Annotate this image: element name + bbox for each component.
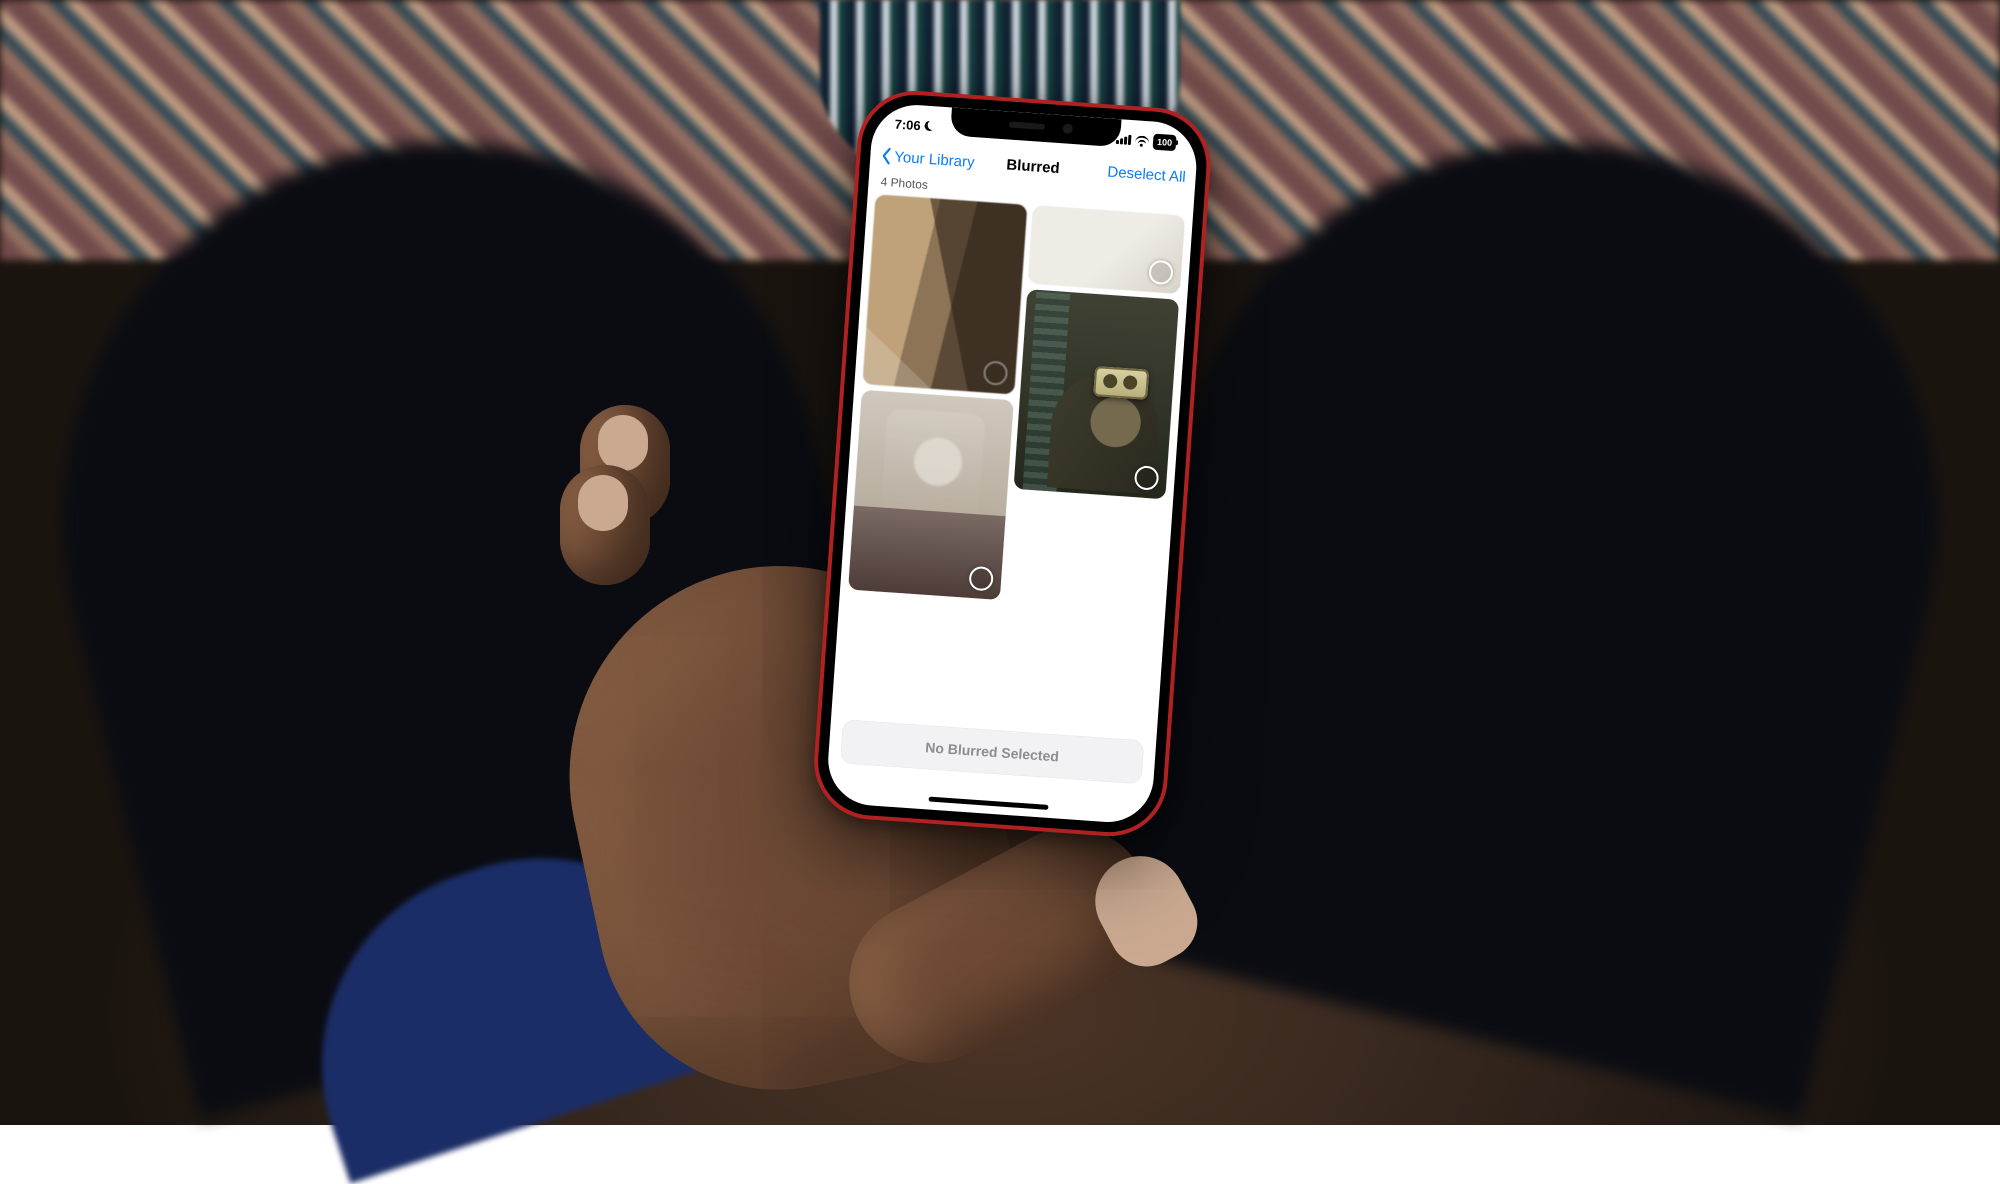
selection-circle-icon[interactable] <box>983 360 1009 386</box>
photo-thumbnail-4[interactable] <box>1014 289 1180 499</box>
wifi-icon <box>1135 135 1150 146</box>
deselect-all-button[interactable]: Deselect All <box>1107 163 1186 185</box>
phone-screen: 7:06 100 Your Library Blurred Deselect A… <box>825 102 1199 825</box>
home-indicator[interactable] <box>928 797 1048 810</box>
photo-count-label: 4 Photos <box>880 175 928 192</box>
selection-circle-icon[interactable] <box>1134 465 1160 491</box>
iphone-device: 7:06 100 Your Library Blurred Deselect A… <box>810 87 1214 840</box>
back-label: Your Library <box>894 148 975 171</box>
no-blurred-selected-button[interactable]: No Blurred Selected <box>840 719 1144 784</box>
status-time: 7:06 <box>894 116 921 133</box>
cellular-signal-icon <box>1116 134 1131 145</box>
photo-grid <box>841 194 1185 714</box>
battery-indicator: 100 <box>1152 134 1176 152</box>
bottom-button-label: No Blurred Selected <box>925 739 1060 764</box>
selection-circle-icon[interactable] <box>1148 260 1174 286</box>
photo-thumbnail-2[interactable] <box>848 390 1014 600</box>
photo-thumbnail-3[interactable] <box>1028 205 1185 293</box>
do-not-disturb-icon <box>924 121 935 132</box>
chevron-left-icon <box>880 147 893 166</box>
photo-thumbnail-1[interactable] <box>862 194 1027 394</box>
back-button[interactable]: Your Library <box>880 147 975 172</box>
